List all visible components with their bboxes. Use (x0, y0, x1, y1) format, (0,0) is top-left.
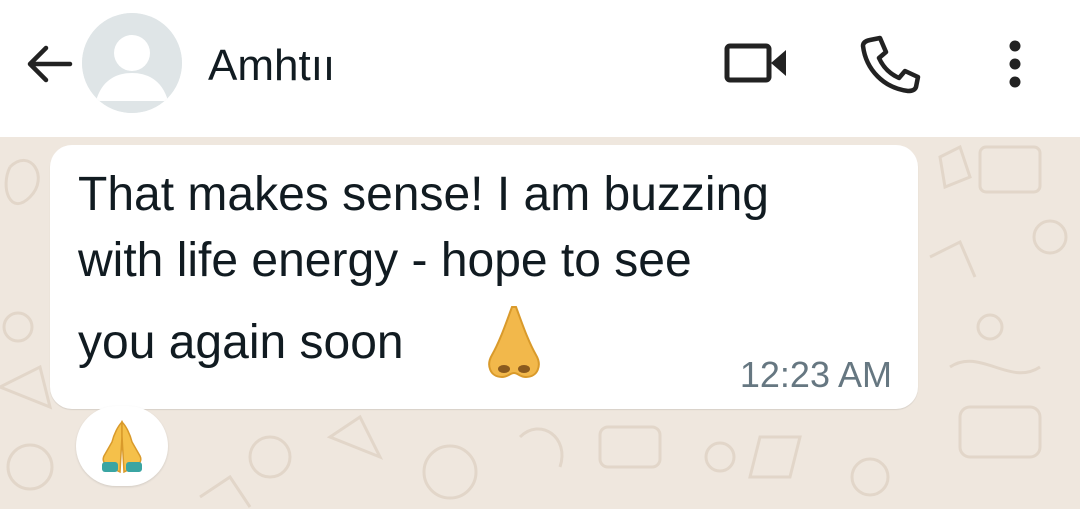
chat-header: Amhtıı (0, 0, 1080, 137)
message-timestamp: 12:23 AM (739, 354, 892, 395)
message-text-line-3: you again soon (78, 316, 404, 369)
message-text-line-1: That makes sense! I am buzzing (78, 168, 769, 221)
back-arrow-icon[interactable] (22, 40, 74, 88)
folded-hands-icon (102, 420, 142, 474)
message-text-line-2: with life energy - hope to see (78, 234, 692, 287)
default-avatar-icon (82, 13, 182, 113)
avatar[interactable] (82, 13, 182, 113)
message-bubble[interactable]: That makes sense! I am buzzing with life… (50, 145, 918, 409)
more-options-icon[interactable] (1000, 34, 1030, 94)
voice-call-icon[interactable] (858, 34, 922, 94)
message-reaction[interactable] (76, 406, 168, 486)
video-call-icon[interactable] (722, 38, 792, 88)
contact-name[interactable]: Amhtıı (208, 38, 335, 94)
nose-emoji-icon (488, 306, 540, 379)
